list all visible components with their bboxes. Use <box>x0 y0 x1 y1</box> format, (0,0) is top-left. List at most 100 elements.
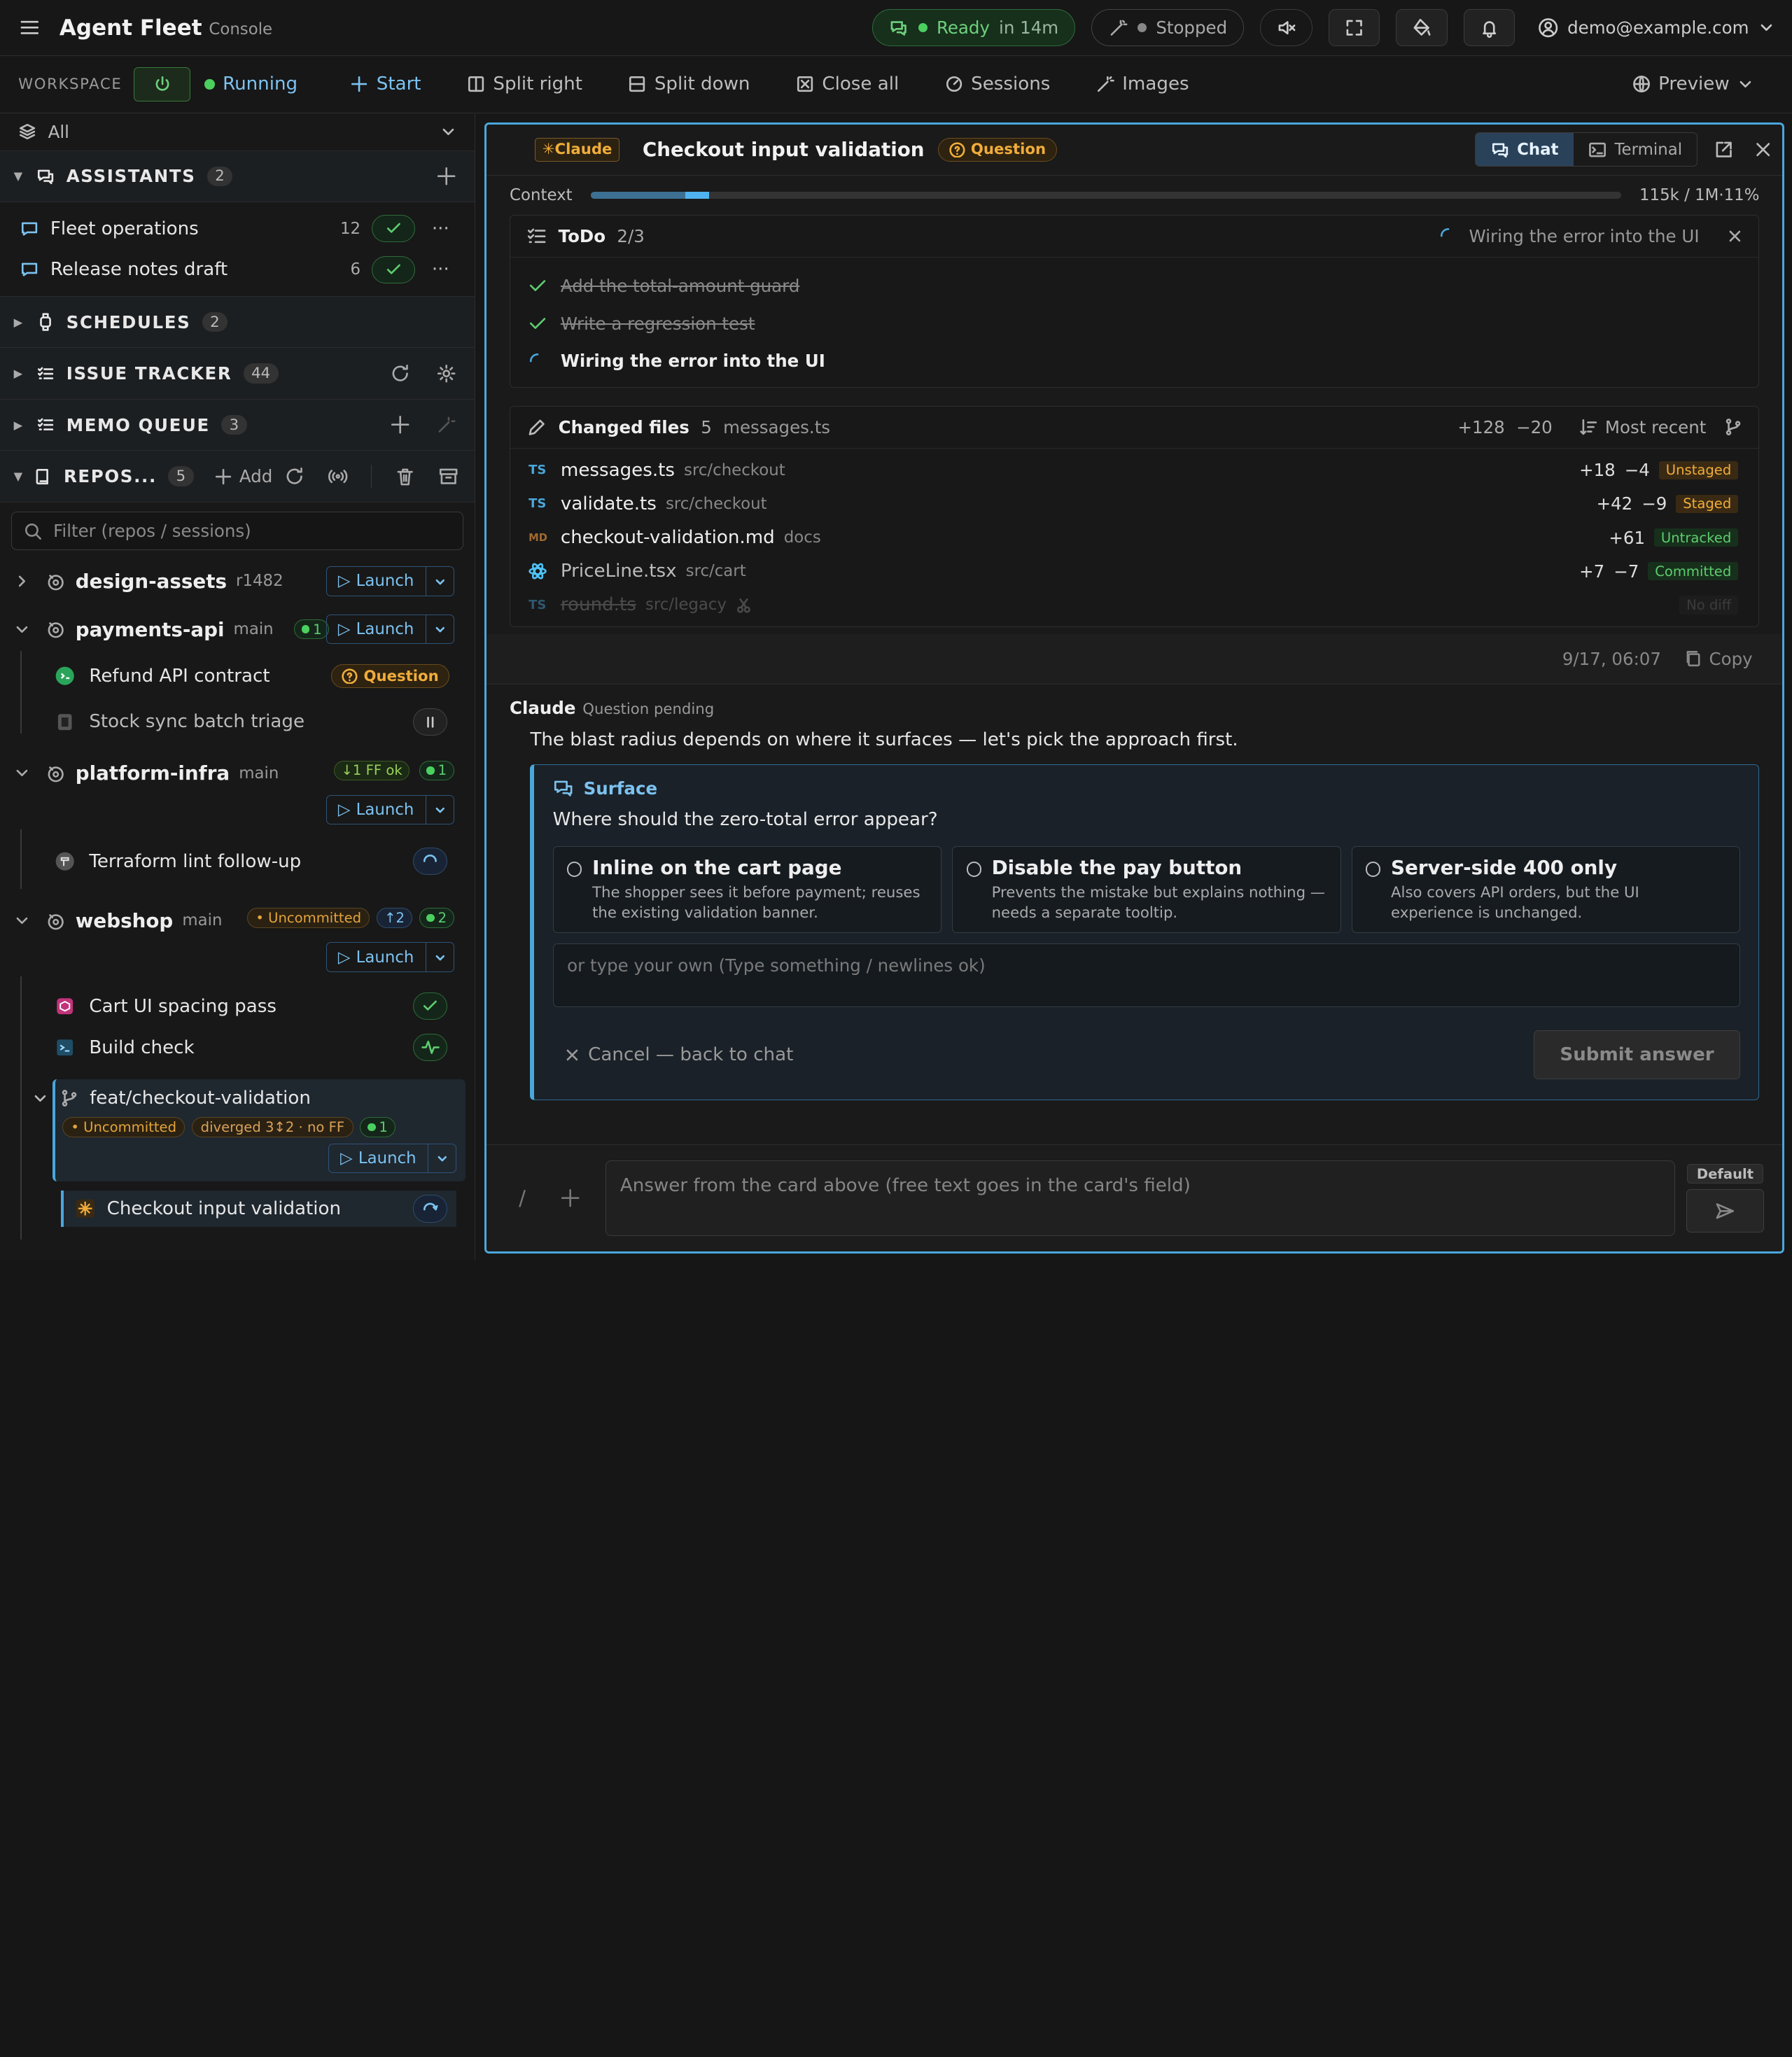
plus-icon <box>350 75 368 93</box>
active-sessions-badge: 1 <box>294 619 330 640</box>
app-subtitle: Console <box>209 20 273 38</box>
submit-answer-button[interactable]: Submit answer <box>1533 1030 1741 1080</box>
gear-icon[interactable] <box>436 363 456 384</box>
launch-button[interactable]: ▷ Launch <box>326 566 454 596</box>
changed-file-row[interactable]: TS validate.ts src/checkout +42 −9 Staged <box>510 487 1758 521</box>
message-input[interactable]: Answer from the card above (free text go… <box>606 1160 1675 1236</box>
launch-options-chevron-icon[interactable] <box>426 796 454 824</box>
send-button[interactable] <box>1686 1189 1764 1233</box>
branch-group[interactable]: feat/checkout-validation • Uncommitted d… <box>35 1079 466 1181</box>
broadcast-icon[interactable] <box>328 466 348 486</box>
refresh-icon[interactable] <box>284 466 304 486</box>
ready-status-pill[interactable]: Ready in 14m <box>872 8 1076 47</box>
launch-button[interactable]: ▷ Launch <box>328 1143 457 1174</box>
spinner-status-icon[interactable] <box>413 847 448 876</box>
launch-options-chevron-icon[interactable] <box>428 1144 456 1172</box>
chevron-down-icon[interactable] <box>14 765 30 781</box>
changed-file-row[interactable]: TS messages.ts src/checkout +18 −4 Unstage… <box>510 454 1758 487</box>
sort-dropdown[interactable]: Most recent <box>1580 417 1706 437</box>
close-icon[interactable] <box>1753 139 1773 160</box>
repo-row[interactable]: payments-api main 1 ▷ Launch <box>0 608 475 651</box>
answer-option[interactable]: Disable the pay button Prevents the mist… <box>952 846 1341 934</box>
pause-status-icon[interactable] <box>413 708 448 736</box>
branch-name: feat/checkout-validation <box>90 1088 311 1109</box>
git-branch-icon[interactable] <box>1724 418 1742 436</box>
activity-status-icon[interactable] <box>413 1034 448 1062</box>
assistant-item[interactable]: Release notes draft 6 ··· <box>0 249 475 290</box>
close-icon[interactable] <box>1727 228 1743 244</box>
add-memo-icon[interactable] <box>390 414 410 435</box>
session-item[interactable]: Stock sync batch triage <box>0 701 475 743</box>
launch-options-chevron-icon[interactable] <box>426 615 454 643</box>
sessions-button[interactable]: Sessions <box>945 73 1050 94</box>
preview-dropdown[interactable]: Preview <box>1632 73 1754 94</box>
repos-section-header[interactable]: ▼ REPOS... 5 Add <box>0 451 475 503</box>
radio-button[interactable] <box>1366 862 1381 877</box>
menu-icon[interactable] <box>18 16 41 39</box>
launch-options-chevron-icon[interactable] <box>426 567 454 595</box>
chevron-down-icon[interactable] <box>32 1090 48 1107</box>
repo-filter-input[interactable]: Filter (repos / sessions) <box>11 511 463 551</box>
chevron-down-icon[interactable] <box>14 622 30 638</box>
archive-icon[interactable] <box>438 466 458 486</box>
launch-button[interactable]: ▷ Launch <box>326 794 454 825</box>
split-right-button[interactable]: Split right <box>467 73 582 94</box>
more-icon[interactable]: ··· <box>427 218 454 239</box>
session-item[interactable]: Build check <box>0 1027 475 1068</box>
user-menu[interactable]: demo@example.com <box>1538 17 1774 38</box>
launch-options-chevron-icon[interactable] <box>426 943 454 971</box>
session-item[interactable]: Terraform lint follow-up <box>0 838 475 884</box>
add-repo-button[interactable]: Add <box>214 466 272 486</box>
issue-tracker-section-header[interactable]: ▶ ISSUE TRACKER 44 <box>0 348 475 400</box>
radio-button[interactable] <box>966 862 981 877</box>
launch-button[interactable]: ▷ Launch <box>326 614 454 645</box>
open-external-icon[interactable] <box>1714 139 1734 160</box>
check-status-icon[interactable] <box>413 992 448 1020</box>
mode-badge[interactable]: Default <box>1686 1163 1764 1184</box>
memo-queue-section-header[interactable]: ▶ MEMO QUEUE 3 <box>0 399 475 451</box>
session-item[interactable]: Cart UI spacing pass <box>0 986 475 1027</box>
chevron-right-icon[interactable] <box>14 573 30 589</box>
answer-option[interactable]: Inline on the cart page The shopper sees… <box>552 846 942 934</box>
radio-button[interactable] <box>567 862 582 877</box>
close-all-button[interactable]: Close all <box>796 73 899 94</box>
schedules-section-header[interactable]: ▶ SCHEDULES 2 <box>0 296 475 349</box>
more-icon[interactable]: ··· <box>427 259 454 280</box>
repo-row[interactable]: design-assets r1482 ▷ Launch <box>0 559 475 603</box>
tab-chat[interactable]: Chat <box>1476 133 1574 167</box>
split-down-button[interactable]: Split down <box>628 73 750 94</box>
start-button[interactable]: Start <box>350 73 421 94</box>
launch-button[interactable]: ▷ Launch <box>326 942 454 972</box>
repo-row[interactable]: webshop main • Uncommitted ↑2 2 <box>0 899 475 942</box>
add-assistant-icon[interactable] <box>436 166 456 186</box>
session-item-active[interactable]: Checkout input validation <box>60 1190 457 1228</box>
assistant-item[interactable]: Fleet operations 12 ··· <box>0 208 475 249</box>
tab-terminal[interactable]: Terminal <box>1574 133 1698 166</box>
trash-icon[interactable] <box>395 466 415 486</box>
tab-chat-label: Chat <box>1517 140 1559 159</box>
sparkle-icon[interactable] <box>436 414 456 435</box>
mute-button[interactable] <box>1259 8 1312 47</box>
changed-file-row[interactable]: MD checkout-validation.md docs +61 Untrac… <box>510 521 1758 554</box>
custom-answer-field[interactable]: or type your own (Type something / newli… <box>552 943 1741 1008</box>
refresh-icon[interactable] <box>390 363 410 384</box>
changed-file-row[interactable]: TS round.ts src/legacy No diff <box>510 588 1758 622</box>
fullscreen-button[interactable] <box>1328 8 1380 47</box>
session-item[interactable]: Refund API contract Question <box>0 651 475 701</box>
assistants-section-header[interactable]: ▼ ASSISTANTS 2 <box>0 150 475 203</box>
changed-file-row[interactable]: PriceLine.tsx src/cart +7 −7 Committed <box>510 554 1758 588</box>
images-button[interactable]: Images <box>1096 73 1189 94</box>
repo-row[interactable]: platform-infra main ↓1 FF ok 1 <box>0 752 475 795</box>
scope-select[interactable]: All <box>0 113 475 151</box>
notifications-button[interactable] <box>1463 8 1515 47</box>
answer-option[interactable]: Server-side 400 only Also covers API ord… <box>1351 846 1741 934</box>
stopped-status-pill[interactable]: Stopped <box>1091 8 1244 47</box>
chevron-down-icon[interactable] <box>14 913 30 929</box>
cancel-button[interactable]: Cancel — back to chat <box>564 1044 793 1065</box>
slash-command-button[interactable]: / <box>519 1186 526 1210</box>
copy-button[interactable]: Copy <box>1684 649 1753 669</box>
waiting-status-icon[interactable] <box>413 1195 448 1223</box>
workspace-power-button[interactable] <box>133 66 191 101</box>
theme-button[interactable] <box>1396 8 1448 47</box>
attach-plus-icon[interactable] <box>560 1188 580 1208</box>
